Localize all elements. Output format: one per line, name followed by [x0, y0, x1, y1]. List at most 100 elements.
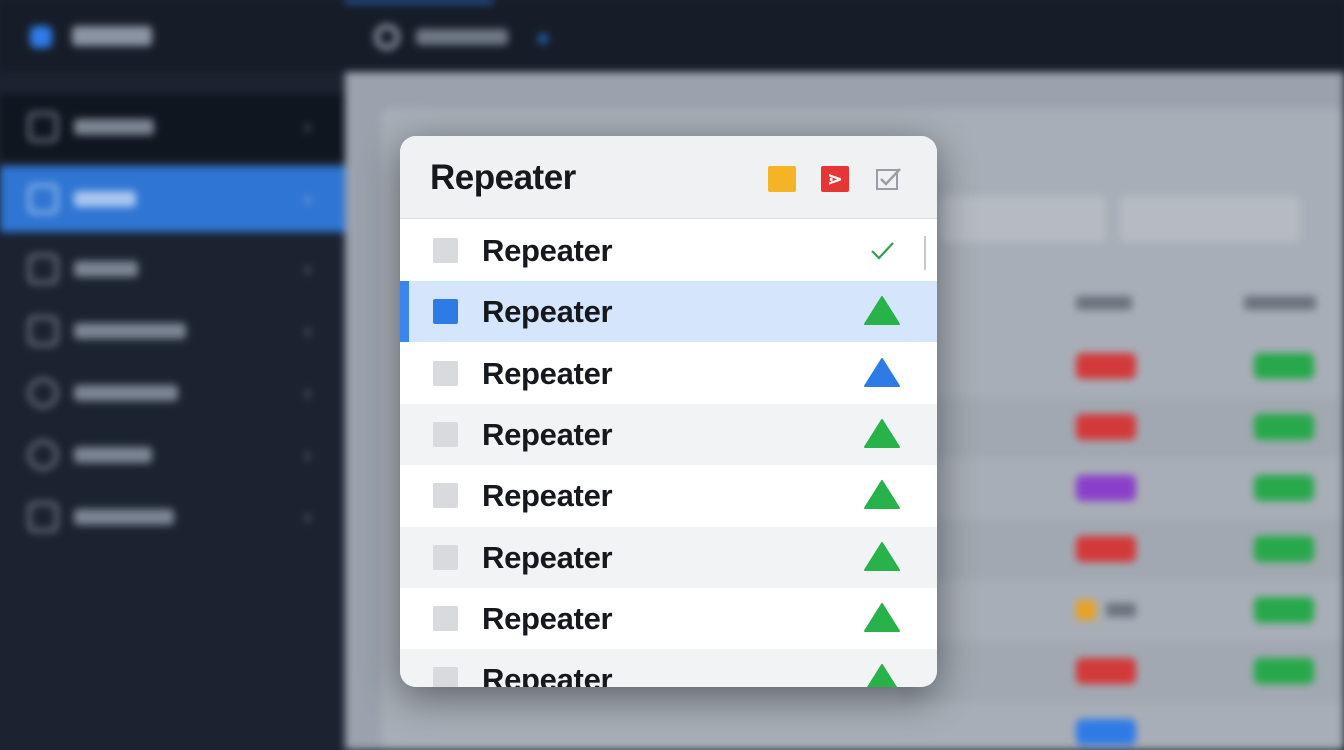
- table-row[interactable]: [900, 519, 1344, 580]
- status-chip: [1254, 658, 1314, 684]
- chevron-right-icon: ›: [304, 380, 312, 405]
- row-checkbox[interactable]: [433, 238, 458, 263]
- search-field-placeholder[interactable]: [940, 196, 1106, 242]
- sidebar-item[interactable]: ›: [0, 360, 345, 426]
- chevron-right-icon: ›: [304, 442, 312, 467]
- panel-header: Repeater ⋗: [400, 136, 937, 219]
- status-text-placeholder: [1106, 603, 1136, 617]
- repeater-list: Repeater Repeater Repeater Repeater Repeater…: [400, 220, 937, 687]
- green-triangle-icon: [863, 479, 901, 511]
- row-checkbox[interactable]: [433, 667, 458, 687]
- sidebar-item-label: [74, 119, 154, 135]
- sidebar-item[interactable]: ›: [0, 484, 345, 550]
- status-chip: [1254, 475, 1314, 501]
- status-chip: [1254, 597, 1314, 623]
- sidebar-item-active[interactable]: ›: [0, 166, 345, 232]
- repeater-panel: Repeater ⋗ Repeater Repeater Repeater Repea…: [400, 136, 937, 687]
- row-label: Repeater: [482, 600, 613, 636]
- sidebar-item[interactable]: ›: [0, 422, 345, 488]
- app-name-placeholder: [72, 26, 152, 46]
- list-item[interactable]: Repeater: [400, 587, 937, 649]
- list-item[interactable]: Repeater: [400, 465, 937, 527]
- table-row[interactable]: [900, 580, 1344, 641]
- app-logo: [30, 26, 52, 48]
- row-label: Repeater: [482, 416, 613, 452]
- status-chip: [1254, 414, 1314, 440]
- green-triangle-icon: [863, 663, 901, 687]
- filter-dropdown-placeholder[interactable]: [1120, 196, 1300, 242]
- panel-title: Repeater: [430, 158, 576, 197]
- table-row[interactable]: [900, 641, 1344, 702]
- sidebar-item-icon: [28, 254, 58, 284]
- status-chip: [1254, 536, 1314, 562]
- sidebar-item-icon: [28, 316, 58, 346]
- chevron-right-icon: ›: [304, 256, 312, 281]
- chevron-right-icon: ›: [304, 186, 312, 211]
- chevron-right-icon: ›: [304, 114, 312, 139]
- sidebar-item-icon: [28, 378, 58, 408]
- green-triangle-icon: [863, 541, 901, 573]
- sidebar-item-label: [74, 385, 178, 401]
- green-triangle-icon: [863, 295, 901, 327]
- sidebar-item[interactable]: ›: [0, 94, 345, 160]
- column-header: [1244, 296, 1316, 310]
- column-header: [1076, 296, 1132, 310]
- status-chip: [1076, 719, 1136, 745]
- row-checkbox[interactable]: [433, 483, 458, 509]
- green-triangle-icon: [863, 602, 901, 634]
- scrollbar-thumb[interactable]: [924, 236, 926, 270]
- sidebar: › › › › › › ›: [0, 72, 345, 750]
- collapse-button[interactable]: ⋗: [821, 166, 849, 192]
- settings-icon[interactable]: [374, 24, 400, 50]
- chevron-right-icon: ›: [304, 504, 312, 529]
- row-checkbox[interactable]: [433, 299, 458, 325]
- sidebar-item-icon: [28, 440, 58, 470]
- table-row[interactable]: [900, 336, 1344, 397]
- list-item[interactable]: Repeater: [400, 403, 937, 465]
- top-bar: +: [0, 0, 1344, 72]
- status-chip: [1076, 414, 1136, 440]
- row-label: Repeater: [482, 478, 613, 514]
- chevron-right-icon: ›: [304, 318, 312, 343]
- green-triangle-icon: [863, 418, 901, 450]
- row-checkbox[interactable]: [433, 360, 458, 386]
- check-square-icon[interactable]: [874, 166, 902, 192]
- active-tab-indicator: [345, 0, 493, 3]
- row-label: Repeater: [482, 355, 613, 391]
- list-item[interactable]: Repeater: [400, 220, 937, 281]
- sidebar-item-label: [74, 191, 136, 207]
- list-item[interactable]: Repeater: [400, 342, 937, 404]
- row-label: Repeater: [482, 233, 613, 268]
- list-item[interactable]: Repeater: [400, 281, 937, 343]
- sidebar-item-label: [74, 261, 138, 277]
- status-chip: [1076, 536, 1136, 562]
- table-row[interactable]: [900, 458, 1344, 519]
- row-checkbox[interactable]: [433, 605, 458, 631]
- list-item[interactable]: Repeater: [400, 526, 937, 588]
- row-checkbox[interactable]: [433, 421, 458, 447]
- tab-label-placeholder[interactable]: [416, 29, 508, 45]
- table-row[interactable]: [900, 397, 1344, 458]
- yellow-square-button[interactable]: [768, 166, 796, 192]
- status-chip: [1254, 353, 1314, 379]
- sidebar-item-label: [74, 323, 186, 339]
- status-chip: [1076, 475, 1136, 501]
- blue-triangle-icon: [863, 357, 901, 389]
- list-item[interactable]: Repeater: [400, 649, 937, 687]
- sidebar-item[interactable]: ›: [0, 236, 345, 302]
- status-square: [1076, 600, 1096, 620]
- row-label: Repeater: [482, 662, 613, 687]
- row-label: Repeater: [482, 294, 613, 330]
- sidebar-item-icon: [28, 502, 58, 532]
- sidebar-item-label: [74, 447, 152, 463]
- sidebar-item-label: [74, 509, 174, 525]
- sidebar-item-icon: [28, 184, 58, 214]
- check-icon: [863, 234, 901, 266]
- status-chip: [1076, 658, 1136, 684]
- status-chip: [1076, 353, 1136, 379]
- sidebar-item[interactable]: ›: [0, 298, 345, 364]
- sidebar-item-icon: [28, 112, 58, 142]
- table-row[interactable]: [900, 702, 1344, 750]
- row-checkbox[interactable]: [433, 544, 458, 570]
- add-tab-icon[interactable]: +: [536, 26, 550, 54]
